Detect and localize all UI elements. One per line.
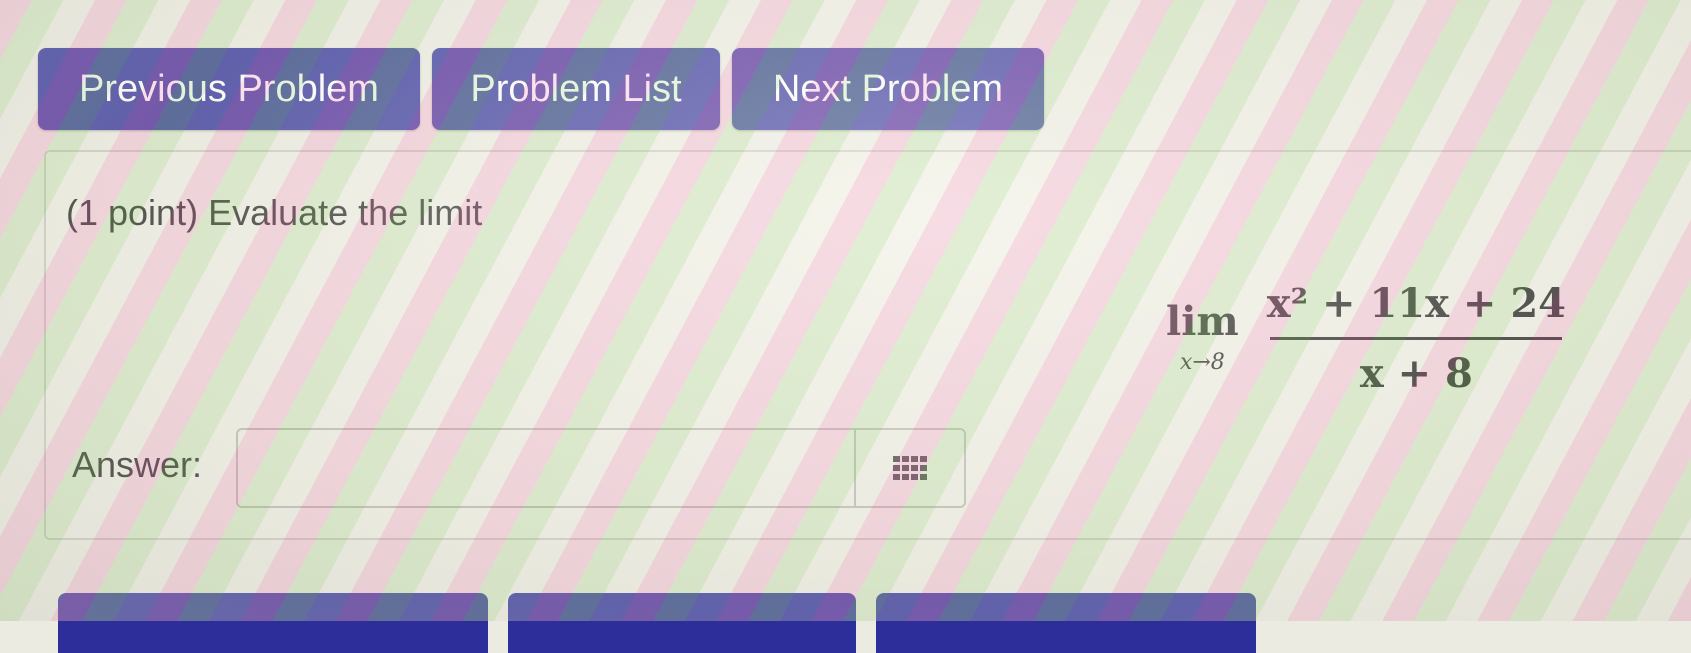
fraction-numerator: x² + 11x + 24 xyxy=(1266,280,1566,327)
next-problem-button[interactable]: Next Problem xyxy=(732,48,1044,130)
problem-list-button[interactable]: Problem List xyxy=(432,48,720,130)
bottom-button-3[interactable] xyxy=(876,593,1256,653)
equation-palette-button[interactable] xyxy=(854,430,964,506)
submission-buttons xyxy=(58,593,1256,653)
fraction: x² + 11x + 24 x + 8 xyxy=(1261,280,1572,397)
answer-input[interactable] xyxy=(238,430,854,506)
bottom-button-2[interactable] xyxy=(508,593,856,653)
previous-problem-button[interactable]: Previous Problem xyxy=(38,48,420,130)
fraction-bar xyxy=(1270,337,1563,340)
lim-subscript: x→8 xyxy=(1179,350,1225,375)
limit-operator: lim x→8 xyxy=(1166,298,1239,376)
fraction-denominator: x + 8 xyxy=(1359,350,1473,397)
lim-word: lim xyxy=(1166,298,1239,345)
bottom-button-1[interactable] xyxy=(58,593,488,653)
problem-navigation: Previous Problem Problem List Next Probl… xyxy=(38,48,1044,130)
problem-prompt: (1 point) Evaluate the limit xyxy=(66,192,483,233)
problem-panel: (1 point) Evaluate the limit lim x→8 x² … xyxy=(44,150,1691,540)
limit-expression: lim x→8 x² + 11x + 24 x + 8 xyxy=(1166,280,1572,397)
answer-label: Answer: xyxy=(72,444,203,485)
answer-field-group xyxy=(236,428,966,508)
grid-icon xyxy=(893,456,927,480)
